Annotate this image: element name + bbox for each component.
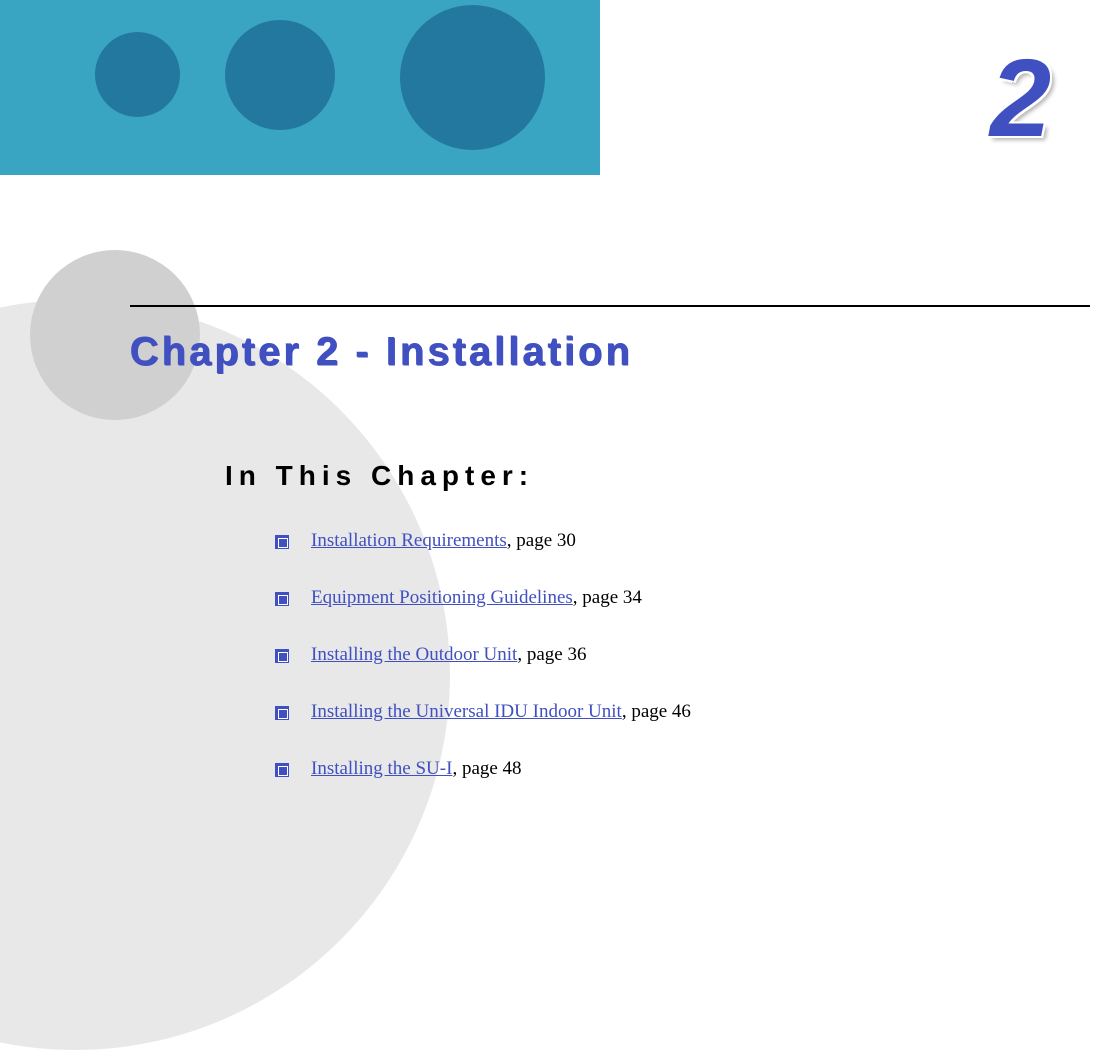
toc-page: , page 30	[507, 530, 576, 551]
toc-link[interactable]: Installing the Universal IDU Indoor Unit	[311, 701, 622, 722]
toc-link[interactable]: Installation Requirements	[311, 530, 507, 551]
toc-item: Installation Requirements, page 30	[275, 530, 691, 552]
section-heading: In This Chapter:	[225, 460, 534, 492]
toc-page: , page 36	[517, 644, 586, 665]
toc-list: Installation Requirements, page 30 Equip…	[275, 530, 691, 815]
bullet-icon	[275, 535, 289, 549]
toc-link[interactable]: Installing the Outdoor Unit	[311, 644, 517, 665]
chapter-title: Chapter 2 - Installation	[130, 330, 633, 375]
toc-page: , page 48	[452, 758, 521, 779]
bullet-icon	[275, 706, 289, 720]
divider	[130, 305, 1090, 307]
toc-page: , page 46	[622, 701, 691, 722]
decorative-circle-icon	[400, 5, 545, 150]
toc-item: Equipment Positioning Guidelines, page 3…	[275, 587, 691, 609]
decorative-circle-icon	[95, 32, 180, 117]
chapter-number-badge: 2	[990, 35, 1090, 145]
toc-item: Installing the Universal IDU Indoor Unit…	[275, 701, 691, 723]
toc-item: Installing the SU-I, page 48	[275, 758, 691, 780]
toc-link[interactable]: Equipment Positioning Guidelines	[311, 587, 573, 608]
toc-page: , page 34	[573, 587, 642, 608]
header-band	[0, 0, 600, 175]
chapter-number: 2	[990, 35, 1090, 162]
bullet-icon	[275, 649, 289, 663]
bullet-icon	[275, 763, 289, 777]
toc-item: Installing the Outdoor Unit, page 36	[275, 644, 691, 666]
bullet-icon	[275, 592, 289, 606]
toc-link[interactable]: Installing the SU-I	[311, 758, 452, 779]
decorative-circle-icon	[225, 20, 335, 130]
